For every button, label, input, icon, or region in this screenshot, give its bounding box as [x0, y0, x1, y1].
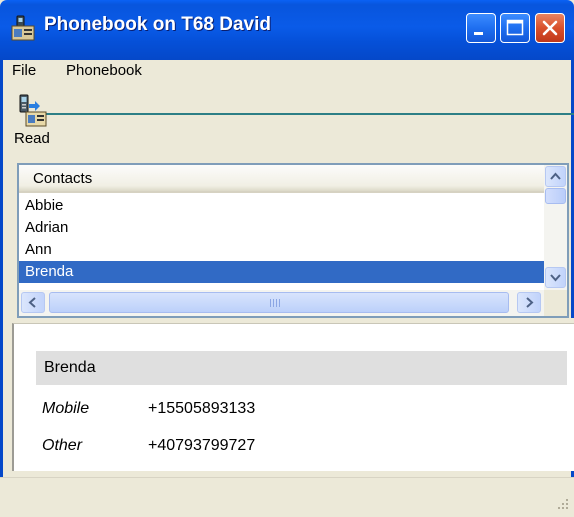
title-bar[interactable]: Phonebook on T68 David	[0, 0, 574, 60]
contacts-rows: Abbie Adrian Ann Brenda	[19, 195, 544, 283]
close-icon	[542, 20, 558, 36]
read-button-label: Read	[14, 130, 50, 147]
contacts-list[interactable]: Contacts Abbie Adrian Ann Brenda	[17, 163, 569, 318]
chevron-down-icon	[550, 274, 561, 282]
phonebook-app-icon	[11, 15, 35, 41]
chevron-left-icon	[28, 297, 36, 308]
scroll-up-button[interactable]	[545, 166, 566, 187]
minimize-icon	[474, 32, 483, 35]
scroll-down-button[interactable]	[545, 267, 566, 288]
scroll-grip-icon	[270, 299, 281, 307]
list-item[interactable]: Abbie	[19, 195, 544, 217]
scroll-right-button[interactable]	[517, 292, 541, 313]
maximize-icon	[506, 19, 524, 36]
chevron-right-icon	[526, 297, 534, 308]
resize-grip-icon[interactable]	[556, 497, 570, 511]
horizontal-scroll-thumb[interactable]	[49, 292, 509, 313]
list-item-selected[interactable]: Brenda	[19, 261, 544, 283]
toolbar-divider	[38, 113, 574, 115]
maximize-button[interactable]	[500, 13, 530, 43]
status-bar	[0, 477, 574, 517]
contacts-column-header[interactable]: Contacts	[19, 165, 544, 193]
contact-details-panel: Brenda Mobile +15505893133 Other +407937…	[12, 323, 574, 471]
contact-name: Brenda	[44, 359, 96, 376]
close-button[interactable]	[535, 13, 565, 43]
phone-type: Mobile	[42, 400, 90, 417]
vertical-scrollbar[interactable]	[544, 165, 567, 290]
horizontal-scrollbar[interactable]	[19, 290, 544, 316]
window-title: Phonebook on T68 David	[44, 14, 271, 35]
read-button[interactable]: Read	[14, 92, 62, 152]
list-item[interactable]: Adrian	[19, 217, 544, 239]
chevron-up-icon	[550, 172, 561, 180]
phone-number: +40793799727	[148, 437, 256, 454]
contact-name-header: Brenda	[36, 351, 567, 385]
window-frame-left	[0, 60, 3, 517]
scroll-left-button[interactable]	[21, 292, 45, 313]
menu-file[interactable]: File	[12, 62, 36, 79]
phone-read-icon	[19, 94, 47, 127]
list-item[interactable]: Ann	[19, 239, 544, 261]
vertical-scroll-thumb[interactable]	[545, 188, 566, 204]
phone-type: Other	[42, 437, 83, 454]
menu-phonebook[interactable]: Phonebook	[66, 62, 142, 79]
minimize-button[interactable]	[466, 13, 496, 43]
scrollbar-corner	[544, 290, 567, 316]
phone-number: +15505893133	[148, 400, 256, 417]
contacts-column-header-label: Contacts	[33, 170, 93, 187]
